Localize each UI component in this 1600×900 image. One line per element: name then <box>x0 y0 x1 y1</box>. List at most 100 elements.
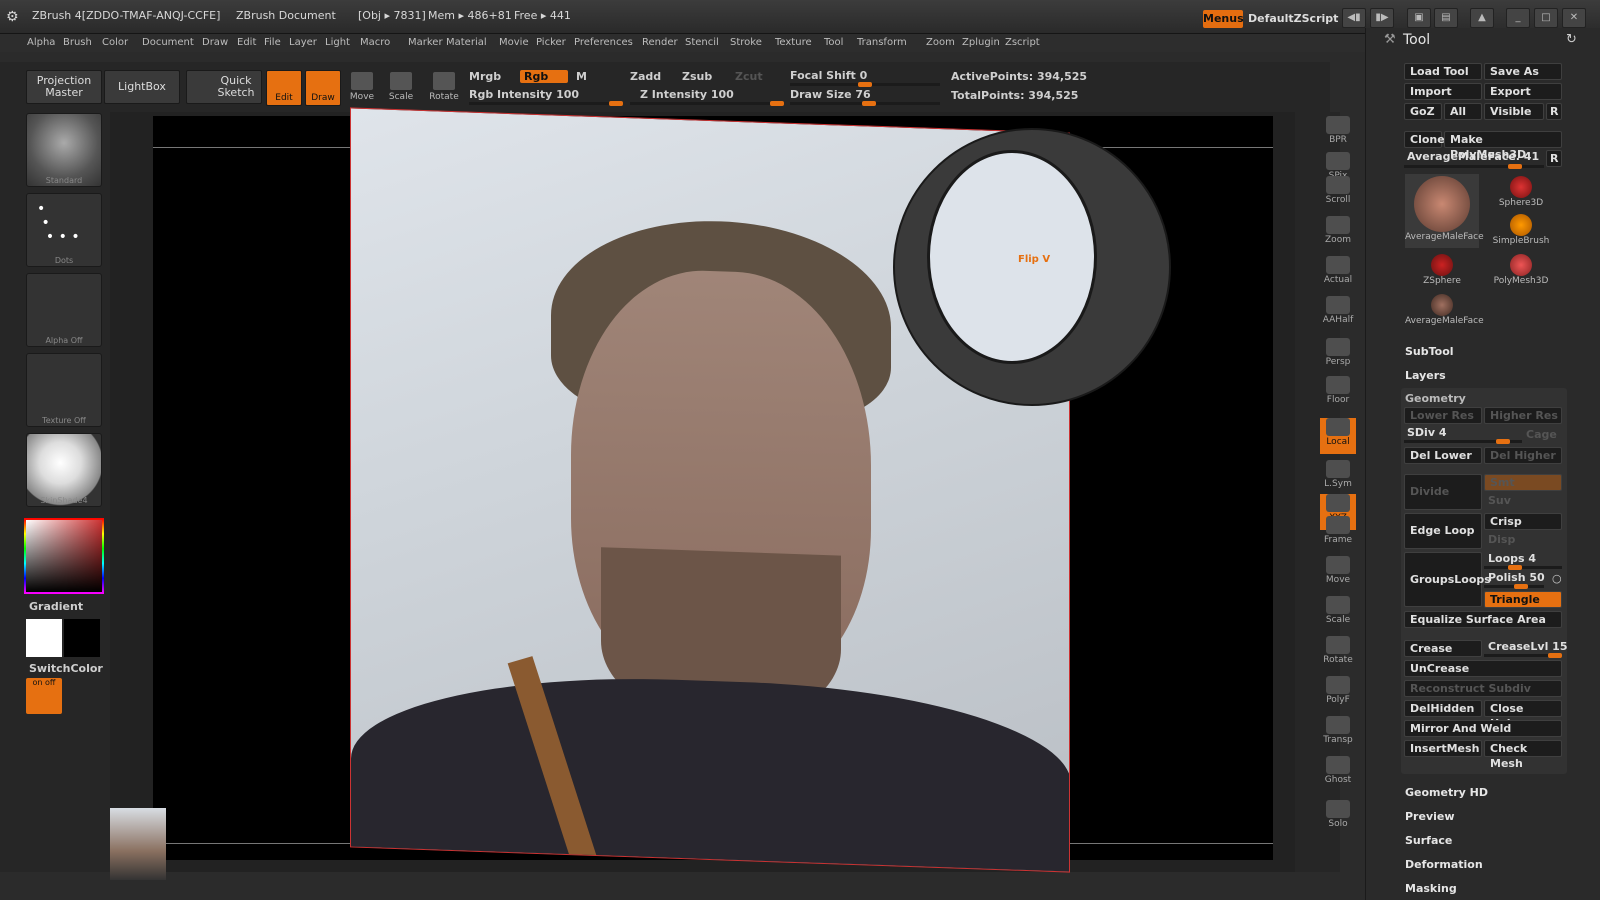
geometry-section[interactable]: Geometry <box>1405 392 1466 405</box>
lightbox-button[interactable]: LightBox <box>104 70 180 104</box>
menu-preferences[interactable]: Preferences <box>574 37 633 48</box>
transp-button[interactable]: Transp <box>1320 716 1356 752</box>
tool-thumb-averagemaleface[interactable]: AverageMaleFace <box>1405 174 1484 248</box>
edit-button[interactable]: Edit <box>266 70 302 106</box>
draw-size-knob[interactable] <box>862 101 876 106</box>
crease-button[interactable]: Crease <box>1404 640 1482 657</box>
r-button-2[interactable]: R <box>1546 150 1562 167</box>
ghost-button[interactable]: Ghost <box>1320 756 1356 792</box>
stroke-thumbnail[interactable]: • • • • • Dots <box>26 193 102 267</box>
refresh-icon[interactable]: ↻ <box>1566 32 1577 47</box>
make-polymesh-button[interactable]: Make PolyMesh3D <box>1444 131 1562 161</box>
current-tool-track[interactable] <box>1404 164 1544 169</box>
default-zscript-label[interactable]: DefaultZScript <box>1248 12 1338 25</box>
surface-section[interactable]: Surface <box>1405 834 1452 847</box>
del-lower-button[interactable]: Del Lower <box>1404 447 1482 464</box>
rgb-intensity-knob[interactable] <box>609 101 623 106</box>
menu-transform[interactable]: Transform <box>857 37 907 48</box>
scale-button[interactable]: Scale <box>1320 596 1356 632</box>
menu-color[interactable]: Color <box>102 37 128 48</box>
export-button[interactable]: Export <box>1484 83 1562 100</box>
floor-button[interactable]: Floor <box>1320 376 1356 412</box>
draw-size-slider[interactable]: Draw Size 76 <box>790 88 871 101</box>
mirror-and-weld-button[interactable]: Mirror And Weld <box>1404 720 1562 737</box>
sdiv-track[interactable] <box>1404 439 1522 444</box>
all-button[interactable]: All <box>1444 103 1482 120</box>
menus-button[interactable]: Menus <box>1203 10 1244 28</box>
aahalf-button[interactable]: AAHalf <box>1320 296 1356 332</box>
zsub-toggle[interactable]: Zsub <box>682 70 712 83</box>
onoff-toggle[interactable]: on off <box>26 678 62 714</box>
tool-thumb-sphere3d[interactable]: Sphere3D <box>1484 174 1558 210</box>
rotate-button[interactable]: Rotate <box>1320 636 1356 672</box>
solo-button[interactable]: Solo <box>1320 800 1356 836</box>
zoom-button[interactable]: Zoom <box>1320 216 1356 252</box>
polyf-button[interactable]: PolyF <box>1320 676 1356 712</box>
zadd-toggle[interactable]: Zadd <box>630 70 661 83</box>
masking-section[interactable]: Masking <box>1405 882 1457 895</box>
rgb-intensity-track[interactable] <box>469 101 623 106</box>
navigator-thumbnail[interactable] <box>110 808 166 880</box>
menu-picker[interactable]: Picker <box>536 37 566 48</box>
menu-macro[interactable]: Macro <box>360 37 390 48</box>
tool-thumb-simplebrush[interactable]: SimpleBrush <box>1484 212 1558 248</box>
move-button[interactable]: Move <box>344 70 380 108</box>
tool-thumb-polymesh3d[interactable]: PolyMesh3D <box>1484 252 1558 288</box>
minimize-icon[interactable]: _ <box>1506 8 1530 28</box>
crisp-toggle[interactable]: Crisp <box>1484 513 1562 530</box>
menu-light[interactable]: Light <box>325 37 350 48</box>
lsym-button[interactable]: L.Sym <box>1320 460 1356 496</box>
alpha-thumbnail[interactable]: Alpha Off <box>26 273 102 347</box>
edge-loop-button[interactable]: Edge Loop <box>1404 513 1482 549</box>
menu-document[interactable]: Document <box>142 37 194 48</box>
creaselvl-slider[interactable]: CreaseLvl 15 <box>1488 640 1567 653</box>
r-button[interactable]: R <box>1546 103 1562 120</box>
import-button[interactable]: Import <box>1404 83 1482 100</box>
focal-shift-slider[interactable]: Focal Shift 0 <box>790 69 867 82</box>
save-as-button[interactable]: Save As <box>1484 63 1562 80</box>
rgb-intensity-slider[interactable]: Rgb Intensity 100 <box>469 88 579 101</box>
load-tool-button[interactable]: Load Tool <box>1404 63 1482 80</box>
groupsloops-button[interactable]: GroupsLoops <box>1404 552 1491 607</box>
equalize-surface-area-button[interactable]: Equalize Surface Area <box>1404 611 1562 628</box>
current-tool-slider[interactable]: AverageMaleFace. 41 <box>1407 150 1539 163</box>
slider-left-icon[interactable]: ◀▮ <box>1342 8 1366 28</box>
menu-zoom[interactable]: Zoom <box>926 37 955 48</box>
menu-alpha[interactable]: Alpha <box>27 37 55 48</box>
lower-res-button[interactable]: Lower Res <box>1404 407 1482 424</box>
close-holes-button[interactable]: Close Holes <box>1484 700 1562 730</box>
sdiv-knob[interactable] <box>1496 439 1510 444</box>
smt-toggle[interactable]: Smt <box>1484 474 1562 491</box>
loops-knob[interactable] <box>1508 565 1522 570</box>
flip-v-label[interactable]: Flip V <box>1018 254 1050 265</box>
cage-button[interactable]: Cage <box>1526 428 1557 441</box>
layout-icon[interactable]: ▣ <box>1407 8 1431 28</box>
draw-size-track[interactable] <box>790 101 940 106</box>
frame-button[interactable]: Frame <box>1320 516 1356 552</box>
menu-draw[interactable]: Draw <box>202 37 228 48</box>
rotate-button[interactable]: Rotate <box>426 70 462 108</box>
preview-section[interactable]: Preview <box>1405 810 1455 823</box>
creaselvl-track[interactable] <box>1484 653 1562 658</box>
check-mesh-button[interactable]: Check Mesh <box>1484 740 1562 770</box>
higher-res-button[interactable]: Higher Res <box>1484 407 1562 424</box>
draw-button[interactable]: Draw <box>305 70 341 106</box>
menu-marker[interactable]: Marker <box>408 37 443 48</box>
loops-slider[interactable]: Loops 4 <box>1488 552 1536 565</box>
menu-render[interactable]: Render <box>642 37 678 48</box>
zcut-toggle[interactable]: Zcut <box>735 70 763 83</box>
menu-texture[interactable]: Texture <box>775 37 812 48</box>
layout2-icon[interactable]: ▤ <box>1434 8 1458 28</box>
subtool-section[interactable]: SubTool <box>1405 345 1454 358</box>
brush-thumbnail[interactable]: Standard <box>26 113 102 187</box>
del-higher-button[interactable]: Del Higher <box>1484 447 1562 464</box>
bpr-button[interactable]: BPR <box>1320 116 1356 152</box>
clone-button[interactable]: Clone <box>1404 131 1445 148</box>
m-toggle[interactable]: M <box>576 70 587 83</box>
gradient-label[interactable]: Gradient <box>29 600 83 613</box>
tool-thumb-zsphere[interactable]: ZSphere <box>1405 252 1479 288</box>
focal-shift-knob[interactable] <box>858 82 872 87</box>
sdiv-slider[interactable]: SDiv 4 <box>1407 426 1446 439</box>
texture-thumbnail[interactable]: Texture Off <box>26 353 102 427</box>
uncrease-button[interactable]: UnCrease <box>1404 660 1562 677</box>
